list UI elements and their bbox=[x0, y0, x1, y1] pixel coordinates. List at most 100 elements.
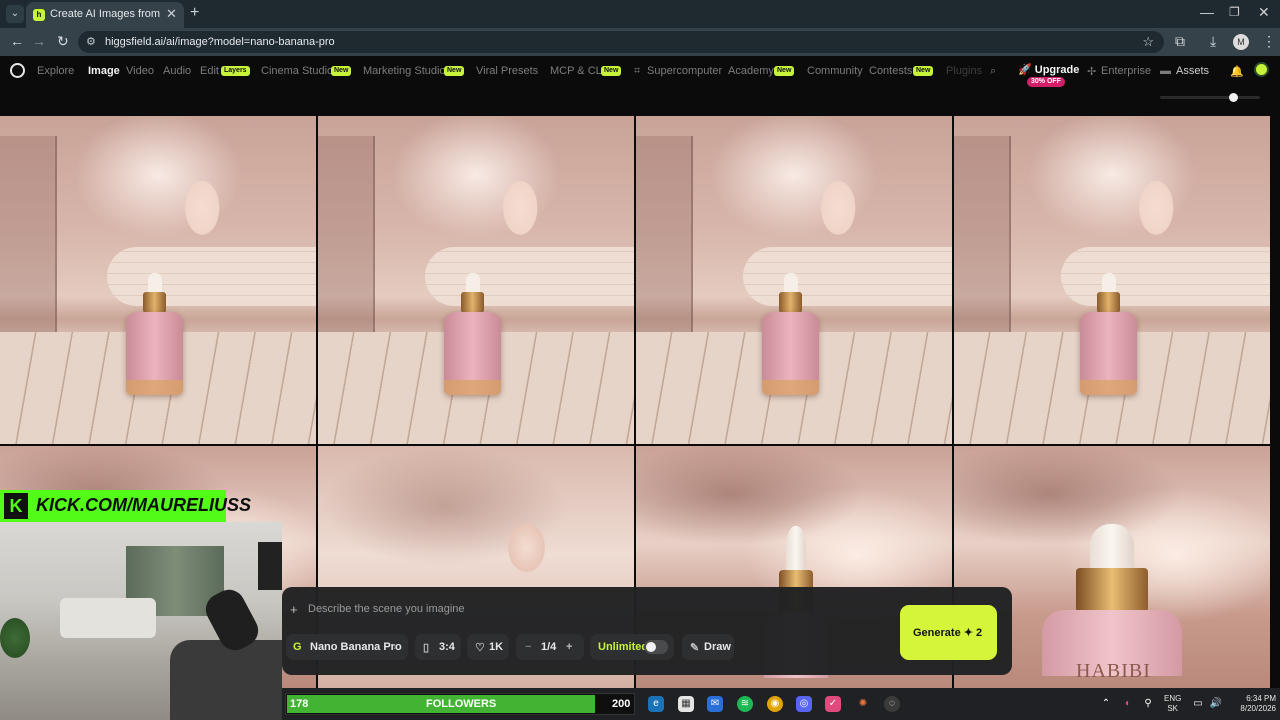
language-indicator[interactable]: ENG SK bbox=[1164, 694, 1181, 714]
new-badge: New bbox=[601, 66, 622, 76]
model-name: Nano Banana Pro bbox=[310, 641, 402, 653]
close-tab-icon[interactable]: ✕ bbox=[166, 6, 177, 22]
draw-button[interactable]: ✎ Draw bbox=[682, 634, 734, 660]
new-badge: New bbox=[774, 66, 795, 76]
profile-avatar[interactable]: M bbox=[1233, 34, 1249, 50]
restore-icon[interactable]: ❐ bbox=[1229, 5, 1240, 19]
edge-icon[interactable]: e bbox=[648, 696, 664, 712]
webcam-plant bbox=[0, 618, 30, 658]
chrome-icon[interactable]: ◉ bbox=[767, 696, 783, 712]
new-badge: New bbox=[913, 66, 934, 76]
address-bar[interactable]: ⚙ higgsfield.ai/ai/image?model=nano-bana… bbox=[78, 31, 1164, 53]
nav-academy[interactable]: Academy bbox=[728, 65, 774, 77]
unlimited-toggle-knob bbox=[646, 642, 656, 652]
aspect-ratio-value: 3:4 bbox=[439, 641, 455, 653]
generate-button[interactable]: Generate ✦ 2 bbox=[900, 605, 997, 660]
layers-badge: Layers bbox=[221, 66, 250, 76]
new-badge: New bbox=[331, 66, 352, 76]
grid-size-slider[interactable] bbox=[1160, 96, 1260, 99]
tray-app-icon[interactable]: ◐ bbox=[1120, 696, 1136, 712]
browser-tab[interactable]: h Create AI Images from Text & P ✕ bbox=[26, 2, 184, 28]
prompt-input[interactable] bbox=[308, 600, 868, 618]
nav-audio[interactable]: Audio bbox=[163, 65, 191, 77]
higgsfield-logo-icon[interactable] bbox=[10, 63, 25, 78]
browser-menu-icon[interactable]: ⋮ bbox=[1262, 33, 1276, 50]
webcam-shelf bbox=[258, 542, 282, 590]
network-icon[interactable]: ▭ bbox=[1190, 696, 1206, 712]
extensions-icon[interactable]: ⧉ bbox=[1175, 33, 1185, 50]
nav-edit[interactable]: Edit bbox=[200, 65, 219, 77]
minimize-icon[interactable]: — bbox=[1200, 4, 1214, 20]
gallery-image[interactable] bbox=[636, 116, 952, 444]
minus-icon[interactable]: − bbox=[525, 641, 531, 653]
grid-size-slider-handle[interactable] bbox=[1229, 93, 1238, 102]
draw-label: Draw bbox=[704, 641, 731, 653]
new-badge: New bbox=[444, 66, 465, 76]
bell-icon[interactable]: 🔔 bbox=[1230, 65, 1244, 78]
tab-list-chevron-icon[interactable]: ⌄ bbox=[6, 5, 24, 23]
forward-icon[interactable]: → bbox=[32, 33, 46, 49]
back-icon[interactable]: ← bbox=[10, 33, 24, 49]
url-text: higgsfield.ai/ai/image?model=nano-banana… bbox=[105, 36, 335, 48]
add-reference-icon[interactable]: + bbox=[290, 602, 298, 617]
serum-bottle bbox=[1042, 524, 1182, 676]
tray-mic-icon[interactable]: ⚲ bbox=[1140, 696, 1156, 712]
tray-chevron-icon[interactable]: ⌃ bbox=[1098, 696, 1114, 712]
download-icon[interactable]: ⤓ bbox=[1210, 33, 1216, 50]
mail-icon[interactable]: ✉ bbox=[707, 696, 723, 712]
app-burst-icon[interactable]: ✺ bbox=[855, 696, 871, 712]
nav-cinema-studio[interactable]: Cinema Studio bbox=[261, 65, 333, 77]
brush-icon: ✎ bbox=[690, 642, 700, 654]
discord-icon[interactable]: ◎ bbox=[796, 696, 812, 712]
nav-assets[interactable]: Assets bbox=[1176, 65, 1209, 77]
aspect-ratio-button[interactable]: ▯ 3:4 bbox=[415, 634, 461, 660]
spotify-icon[interactable]: ≋ bbox=[737, 696, 753, 712]
followers-goal: 200 bbox=[612, 698, 631, 710]
supercomputer-icon: ⌗ bbox=[634, 65, 641, 77]
followers-label: FOLLOWERS bbox=[426, 698, 497, 710]
nav-explore[interactable]: Explore bbox=[37, 65, 74, 77]
plus-icon[interactable]: + bbox=[566, 641, 572, 653]
nav-supercomputer[interactable]: Supercomputer bbox=[647, 65, 722, 77]
nav-viral-presets[interactable]: Viral Presets bbox=[476, 65, 538, 77]
region-code: SK bbox=[1167, 704, 1178, 713]
upgrade-button[interactable]: 🚀 Upgrade bbox=[1018, 63, 1079, 76]
clock-time: 6:34 PM bbox=[1246, 694, 1276, 703]
nav-video[interactable]: Video bbox=[126, 65, 154, 77]
serum-bottle bbox=[1080, 273, 1138, 395]
nav-image[interactable]: Image bbox=[88, 65, 120, 77]
batch-stepper[interactable]: − 1/4 + bbox=[516, 634, 584, 660]
site-info-icon[interactable]: ⚙ bbox=[86, 35, 96, 48]
serum-bottle bbox=[444, 273, 502, 395]
gallery-image[interactable] bbox=[318, 116, 634, 444]
new-tab-icon[interactable]: + bbox=[190, 4, 199, 22]
nav-marketing-studio[interactable]: Marketing Studio bbox=[363, 65, 446, 77]
folder-icon: ▬ bbox=[1160, 65, 1171, 77]
browser-toolbar: ← → ↻ ⚙ higgsfield.ai/ai/image?model=nan… bbox=[0, 28, 1280, 56]
model-selector[interactable]: G Nano Banana Pro › bbox=[286, 634, 408, 660]
window-close-icon[interactable]: ✕ bbox=[1258, 4, 1270, 21]
aspect-ratio-icon: ▯ bbox=[423, 642, 430, 654]
reload-icon[interactable]: ↻ bbox=[57, 33, 69, 50]
nav-contests[interactable]: Contests bbox=[869, 65, 912, 77]
tasks-icon[interactable]: ✓ bbox=[825, 696, 841, 712]
store-icon[interactable]: ▦ bbox=[678, 696, 694, 712]
quality-button[interactable]: ♡ 1K bbox=[467, 634, 509, 660]
nav-enterprise[interactable]: Enterprise bbox=[1101, 65, 1151, 77]
volume-icon[interactable]: 🔊 bbox=[1208, 696, 1224, 712]
clock[interactable]: 6:34 PM 8/20/2026 bbox=[1232, 694, 1276, 714]
favicon-icon: h bbox=[33, 9, 45, 21]
google-g-icon: G bbox=[293, 641, 302, 653]
enterprise-icon: ✢ bbox=[1087, 66, 1097, 78]
bookmark-star-icon[interactable]: ☆ bbox=[1142, 34, 1154, 50]
app-record-icon[interactable]: ◌ bbox=[884, 696, 900, 712]
search-icon[interactable]: ⌕ bbox=[990, 65, 996, 78]
gallery-image[interactable] bbox=[0, 116, 316, 444]
nav-mcp-cli[interactable]: MCP & CLI bbox=[550, 65, 605, 77]
nav-plugins[interactable]: Plugins bbox=[946, 65, 982, 77]
nav-community[interactable]: Community bbox=[807, 65, 863, 77]
gallery-image[interactable] bbox=[954, 116, 1270, 444]
batch-value: 1/4 bbox=[541, 641, 557, 653]
quality-value: 1K bbox=[489, 641, 504, 653]
user-avatar[interactable] bbox=[1254, 62, 1269, 77]
